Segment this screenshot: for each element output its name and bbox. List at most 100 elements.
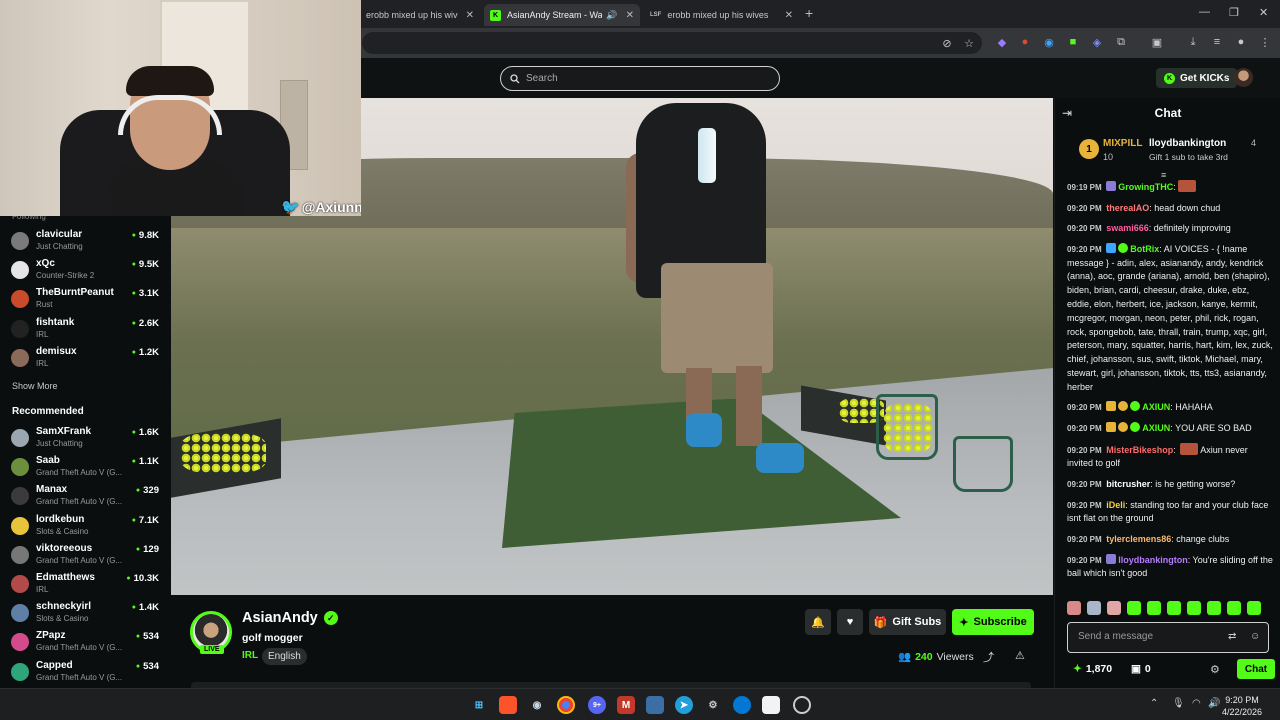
message-username[interactable]: iDeli [1106,500,1125,510]
microphone-icon[interactable]: 🎙 [1172,698,1185,709]
sidebar-channel[interactable]: CappedGrand Theft Auto V (G... 534 [11,660,163,686]
category-link[interactable]: IRL [242,650,258,661]
sidebar-channel[interactable]: fishtankIRL 2.6K [11,317,163,343]
media-icon[interactable]: ≡ [1210,35,1224,49]
chat-input[interactable] [1078,631,1218,642]
second-gifter-name[interactable]: lloydbankington [1149,138,1226,149]
sidebar-channel[interactable]: viktoreeousGrand Theft Auto V (G... 129 [11,543,163,569]
discord-icon[interactable]: 9+ [588,696,606,714]
new-tab-icon[interactable]: + [805,5,813,21]
sidebar-channel[interactable]: demisuxIRL 1.2K [11,346,163,372]
download-icon[interactable]: ⤓ [1186,35,1200,49]
tray-overflow-icon[interactable]: ⌃ [1150,698,1158,709]
emote-shortcut[interactable] [1127,601,1141,615]
emote-shortcut[interactable] [1087,601,1101,615]
message-username[interactable]: MisterBikeshop [1106,445,1173,455]
emote-shortcut[interactable] [1227,601,1241,615]
translate-icon[interactable]: ⇄ [1228,631,1236,642]
subscribe-button[interactable]: ✦ Subscribe [952,609,1034,635]
notification-bell-button[interactable]: 🔔 [805,609,831,635]
window-close-icon[interactable]: ✕ [1259,6,1268,19]
send-chat-button[interactable]: Chat [1237,659,1275,679]
tab-lsf[interactable]: LSF erobb mixed up his wives ✕ [644,4,799,26]
sidebar-channel[interactable]: clavicular Just Chatting 9.8K [11,229,163,255]
puzzle-icon[interactable]: ⧉ [1114,35,1128,49]
sidebar-channel[interactable]: schneckyirlSlots & Casino 1.4K [11,601,163,627]
brave-icon[interactable] [499,696,517,714]
edge-icon[interactable] [733,696,751,714]
tab-kick-stream[interactable]: K AsianAndy Stream - Watch 🔊 ✕ [484,4,640,26]
extension-icon[interactable]: ◆ [995,35,1009,49]
menu-icon[interactable]: ⋮ [1258,35,1272,49]
channel-points[interactable]: 1,870 [1073,663,1112,675]
message-username[interactable]: GrowingTHC [1118,182,1173,192]
sidebar-channel[interactable]: SaabGrand Theft Auto V (G... 1.1K [11,455,163,481]
minimize-icon[interactable]: — [1199,6,1210,18]
emote-shortcut[interactable] [1187,601,1201,615]
search-box[interactable] [500,66,780,91]
message-username[interactable]: swami666 [1106,223,1149,233]
close-icon[interactable]: ✕ [785,10,793,21]
show-more-link[interactable]: Show More [12,381,58,391]
speaker-icon[interactable]: 🔊 [606,10,617,21]
obs-icon[interactable] [793,696,811,714]
message-username[interactable]: AXIUN [1142,423,1170,433]
sidebar-channel[interactable]: ManaxGrand Theft Auto V (G... 329 [11,484,163,510]
get-kicks-button[interactable]: K Get KICKs [1156,68,1238,88]
extension-icon[interactable]: ◉ [1042,35,1056,49]
extension-icon[interactable]: ◈ [1090,35,1104,49]
volume-icon[interactable]: 🔊 [1208,698,1220,709]
emote-shortcut[interactable] [1067,601,1081,615]
bookmark-star-icon[interactable]: ☆ [962,36,976,50]
sidebar-channel[interactable]: Edmatthews IRL 10.3K [11,572,163,598]
chat-input-box[interactable]: ⇄ ☺ [1067,622,1269,653]
emote-shortcut[interactable] [1167,601,1181,615]
extension-icon[interactable]: ■ [1066,35,1080,49]
streamer-name[interactable]: AsianAndy ✓ [242,610,338,626]
message-username[interactable]: BotRix [1130,244,1159,254]
address-bar[interactable]: ⊘ ☆ [362,32,982,54]
close-icon[interactable]: ✕ [466,10,474,21]
notepad-icon[interactable] [762,696,780,714]
message-username[interactable]: therealAO [1106,203,1149,213]
app-icon[interactable] [646,696,664,714]
start-icon[interactable]: ⊞ [470,696,488,714]
sidebar-channel[interactable]: ZPapzGrand Theft Auto V (G... 534 [11,630,163,656]
pinned-expand-icon[interactable]: ≡ [1161,170,1166,180]
wifi-icon[interactable]: ◠ [1192,698,1201,709]
close-icon[interactable]: ✕ [626,10,634,21]
emote-shortcut[interactable] [1207,601,1221,615]
gift-cta[interactable]: Gift 1 sub to take 3rd [1149,152,1228,162]
emote-shortcut[interactable] [1107,601,1121,615]
share-icon[interactable]: ⤴ [983,649,994,665]
steam-icon[interactable]: ◉ [528,696,546,714]
drops-count[interactable]: ▣ 0 [1131,663,1151,675]
tab-reddit[interactable]: erobb mixed up his wives : r/Liv ✕ [360,4,480,26]
report-icon[interactable]: ⚠ [1015,649,1025,662]
settings-app-icon[interactable]: ⚙ [704,696,722,714]
profile-icon[interactable]: ● [1234,35,1248,49]
message-username[interactable]: bitcrusher [1106,479,1150,489]
sidebar-channel[interactable]: lordkebunSlots & Casino 7.1K [11,514,163,540]
follow-heart-button[interactable]: ♥ [837,609,863,635]
sidebar-channel[interactable]: SamXFrank Just Chatting 1.6K [11,426,163,452]
search-input[interactable] [526,73,746,84]
top-gifter-name[interactable]: MIXPILL [1103,138,1142,149]
system-clock[interactable]: 9:20 PM 4/22/2026 [1222,694,1262,718]
chat-settings-icon[interactable]: ⚙ [1210,663,1220,676]
message-username[interactable]: tylerclemens86 [1106,534,1171,544]
emote-picker-icon[interactable]: ☺ [1250,631,1260,642]
message-username[interactable]: AXIUN [1142,402,1170,412]
sidepanel-icon[interactable]: ▣ [1150,35,1164,49]
extension-icon[interactable]: ● [1018,35,1032,49]
sidebar-channel[interactable]: TheBurntPeanutRust 3.1K [11,287,163,313]
chrome-icon[interactable] [557,696,575,714]
sidebar-channel[interactable]: xQcCounter-Strike 2 9.5K [11,258,163,284]
language-tag[interactable]: English [262,648,307,665]
maximize-icon[interactable]: ❐ [1229,6,1239,19]
eye-off-icon[interactable]: ⊘ [940,36,954,50]
emote-shortcut[interactable] [1147,601,1161,615]
telegram-icon[interactable]: ➤ [675,696,693,714]
user-avatar[interactable] [1234,68,1253,87]
emote-shortcut[interactable] [1247,601,1261,615]
